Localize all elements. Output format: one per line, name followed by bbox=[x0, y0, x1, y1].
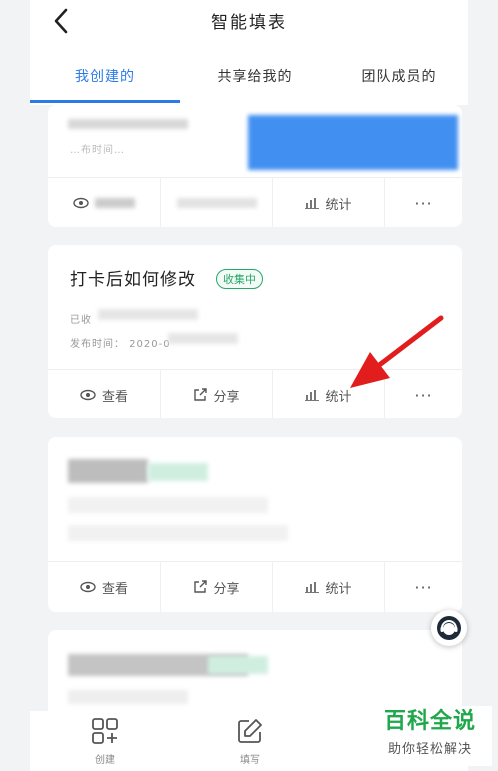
blurred-region bbox=[68, 119, 188, 129]
view-label: 查看 bbox=[101, 581, 128, 597]
card-actions: 统计 ··· bbox=[48, 178, 462, 227]
more-button[interactable]: ··· bbox=[384, 562, 462, 612]
blurred-region bbox=[208, 656, 268, 674]
bar-chart-icon bbox=[305, 582, 320, 593]
tab-bar: 我创建的 共享给我的 团队成员的 bbox=[30, 60, 468, 105]
stats-button[interactable]: 统计 bbox=[272, 562, 384, 612]
stats-label: 统计 bbox=[325, 389, 352, 405]
tab-my-created[interactable]: 我创建的 bbox=[30, 60, 180, 105]
watermark-logo: 百科全说 助你轻松解决 bbox=[368, 706, 492, 766]
tab-team-members[interactable]: 团队成员的 bbox=[330, 60, 468, 105]
blurred-region bbox=[248, 115, 458, 170]
edit-icon bbox=[238, 719, 262, 743]
blurred-region bbox=[95, 198, 135, 208]
nav-create-label: 创建 bbox=[95, 755, 115, 766]
stats-button[interactable]: 统计 bbox=[272, 370, 384, 418]
headset-icon bbox=[437, 616, 461, 640]
view-button[interactable]: 查看 bbox=[48, 562, 160, 612]
blurred-region bbox=[98, 309, 198, 320]
nav-fill[interactable]: 填写 bbox=[210, 717, 290, 766]
collected-count: 已收 bbox=[70, 315, 92, 326]
share-icon bbox=[194, 580, 208, 593]
blurred-region bbox=[68, 459, 148, 483]
watermark-title: 百科全说 bbox=[383, 709, 476, 734]
share-button[interactable]: 分享 bbox=[160, 562, 272, 612]
publish-time: 发布时间： 2020-0 bbox=[70, 339, 171, 350]
share-button[interactable] bbox=[160, 178, 272, 227]
blurred-region bbox=[168, 333, 238, 344]
active-tab-indicator bbox=[30, 100, 180, 103]
blurred-region bbox=[68, 497, 268, 513]
blurred-region bbox=[148, 463, 208, 481]
bar-chart-icon bbox=[305, 390, 320, 401]
tab-shared-with-me[interactable]: 共享给我的 bbox=[180, 60, 330, 105]
eye-icon bbox=[80, 581, 96, 593]
create-grid-icon bbox=[92, 718, 118, 744]
blurred-region bbox=[176, 198, 257, 208]
stats-button[interactable]: 统计 bbox=[272, 178, 384, 227]
watermark-subtitle: 助你轻松解决 bbox=[387, 742, 472, 757]
nav-fill-label: 填写 bbox=[240, 755, 260, 766]
more-dots-icon: ··· bbox=[414, 193, 433, 213]
stats-label: 统计 bbox=[325, 197, 352, 213]
nav-create[interactable]: 创建 bbox=[65, 717, 145, 766]
more-button[interactable]: ··· bbox=[384, 178, 462, 227]
share-label: 分享 bbox=[213, 581, 240, 597]
view-label: 查看 bbox=[101, 389, 128, 405]
form-card[interactable]: …布时间… 统计 ··· bbox=[48, 105, 462, 227]
form-card[interactable]: 查看 分享 统计 ··· bbox=[48, 437, 462, 612]
eye-icon bbox=[73, 197, 89, 209]
view-button[interactable] bbox=[48, 178, 160, 227]
card-title: 打卡后如何修改 bbox=[70, 270, 196, 290]
view-button[interactable]: 查看 bbox=[48, 370, 160, 418]
share-icon bbox=[194, 388, 208, 401]
share-label: 分享 bbox=[213, 389, 240, 405]
share-button[interactable]: 分享 bbox=[160, 370, 272, 418]
status-badge: 收集中 bbox=[216, 269, 263, 289]
more-dots-icon: ··· bbox=[414, 577, 433, 597]
more-dots-icon: ··· bbox=[414, 385, 433, 405]
form-card[interactable]: 打卡后如何修改 收集中 已收 发布时间： 2020-0 查看 分享 统计 ··· bbox=[48, 245, 462, 418]
customer-service-button[interactable] bbox=[431, 610, 467, 646]
eye-icon bbox=[80, 389, 96, 401]
bar-chart-icon bbox=[305, 198, 320, 209]
card-actions: 查看 分享 统计 ··· bbox=[48, 562, 462, 612]
card-actions: 查看 分享 统计 ··· bbox=[48, 370, 462, 418]
more-button[interactable]: ··· bbox=[384, 370, 462, 418]
publish-time: …布时间… bbox=[70, 145, 125, 156]
stats-label: 统计 bbox=[325, 581, 352, 597]
blurred-region bbox=[68, 690, 188, 704]
page-title: 智能填表 bbox=[211, 13, 287, 33]
blurred-region bbox=[68, 525, 288, 541]
